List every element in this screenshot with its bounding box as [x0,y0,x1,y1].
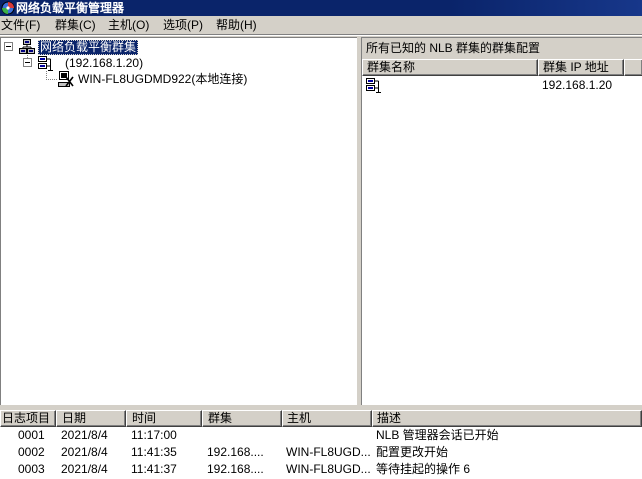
column-header-cluster-ip[interactable]: 群集 IP 地址 [538,59,624,76]
log-entry-cell: 0002 [18,445,45,459]
log-date-cell: 2021/8/4 [61,462,108,476]
cluster-ip-cell: 192.168.1.20 [542,78,613,92]
column-header-cluster[interactable]: 群集 [202,410,282,427]
log-row[interactable]: 0002 2021/8/4 11:41:35 192.168.... WIN-F… [0,444,642,461]
menu-bar: 文件(F) 群集(C) 主机(O) 选项(P) 帮助(H) [0,16,642,35]
log-time-cell: 11:41:37 [131,462,177,476]
column-header-time[interactable]: 时间 [126,410,202,427]
log-description-cell: NLB 管理器会话已开始 [376,428,499,442]
collapse-root-button[interactable] [4,42,13,51]
collapse-cluster-button[interactable] [23,58,32,67]
log-date-cell: 2021/8/4 [61,428,108,442]
log-time-cell: 11:41:35 [131,445,177,459]
menu-options[interactable]: 选项(P) [162,17,204,34]
column-header-cluster-name[interactable]: 群集名称 [362,59,538,76]
cluster-icon[interactable] [366,77,382,93]
menu-help[interactable]: 帮助(H) [215,17,258,34]
column-header-log-entry[interactable]: 日志项目 [0,410,56,427]
log-pane[interactable]: 日志项目 日期 时间 群集 主机 描述 0001 2021/8/4 11:17:… [0,410,642,479]
tree-connector [46,79,57,80]
column-header-description[interactable]: 描述 [372,410,642,427]
menu-file[interactable]: 文件(F) [0,17,41,34]
menu-cluster[interactable]: 群集(C) [54,17,97,34]
log-host-cell: WIN-FL8UGD... [286,445,371,459]
log-description-cell: 配置更改开始 [376,445,449,459]
title-bar[interactable]: 网络负载平衡管理器 [0,0,642,16]
column-header-date[interactable]: 日期 [56,410,126,427]
log-cluster-cell: 192.168.... [207,445,264,459]
log-cluster-cell [202,427,282,444]
log-host-cell: WIN-FL8UGD... [286,462,371,476]
log-row[interactable]: 0003 2021/8/4 11:41:37 192.168.... WIN-F… [0,461,642,478]
list-item[interactable]: 192.168.1.20 [362,77,642,94]
log-time-cell: 11:17:00 [131,428,177,442]
tree-item-host[interactable]: WIN-FL8UGDMD922(本地连接) [76,72,249,87]
details-pane[interactable]: 所有已知的 NLB 群集的群集配置 群集名称 群集 IP 地址 192.168.… [361,37,642,405]
nlb-manager-icon[interactable] [1,1,15,15]
log-host-cell [282,427,372,444]
tree-pane[interactable]: 网络负载平衡群集 (192.168.1.20) WIN-FL8UGDMD922(… [0,37,357,405]
log-header: 日志项目 日期 时间 群集 主机 描述 [0,410,642,427]
column-header-host[interactable]: 主机 [282,410,372,427]
log-cluster-cell: 192.168.... [207,462,264,476]
log-entry-cell: 0001 [18,428,45,442]
tree-item-nlb-clusters[interactable]: 网络负载平衡群集 [38,40,139,55]
window-title: 网络负载平衡管理器 [16,1,125,15]
log-row[interactable]: 0001 2021/8/4 11:17:00 NLB 管理器会话已开始 [0,427,642,444]
log-date-cell: 2021/8/4 [61,445,108,459]
log-description-cell: 等待挂起的操作 6 [376,462,471,476]
log-entry-cell: 0003 [18,462,45,476]
cluster-icon[interactable] [38,55,54,71]
menu-host[interactable]: 主机(O) [107,17,150,34]
nlb-clusters-icon[interactable] [19,39,35,55]
host-icon[interactable] [58,71,74,87]
details-heading: 所有已知的 NLB 群集的群集配置 [362,38,642,59]
cluster-list[interactable]: 群集名称 群集 IP 地址 192.168.1.20 [362,59,642,405]
tree-item-cluster[interactable]: (192.168.1.20) [63,56,145,71]
column-header-filler [624,59,642,76]
